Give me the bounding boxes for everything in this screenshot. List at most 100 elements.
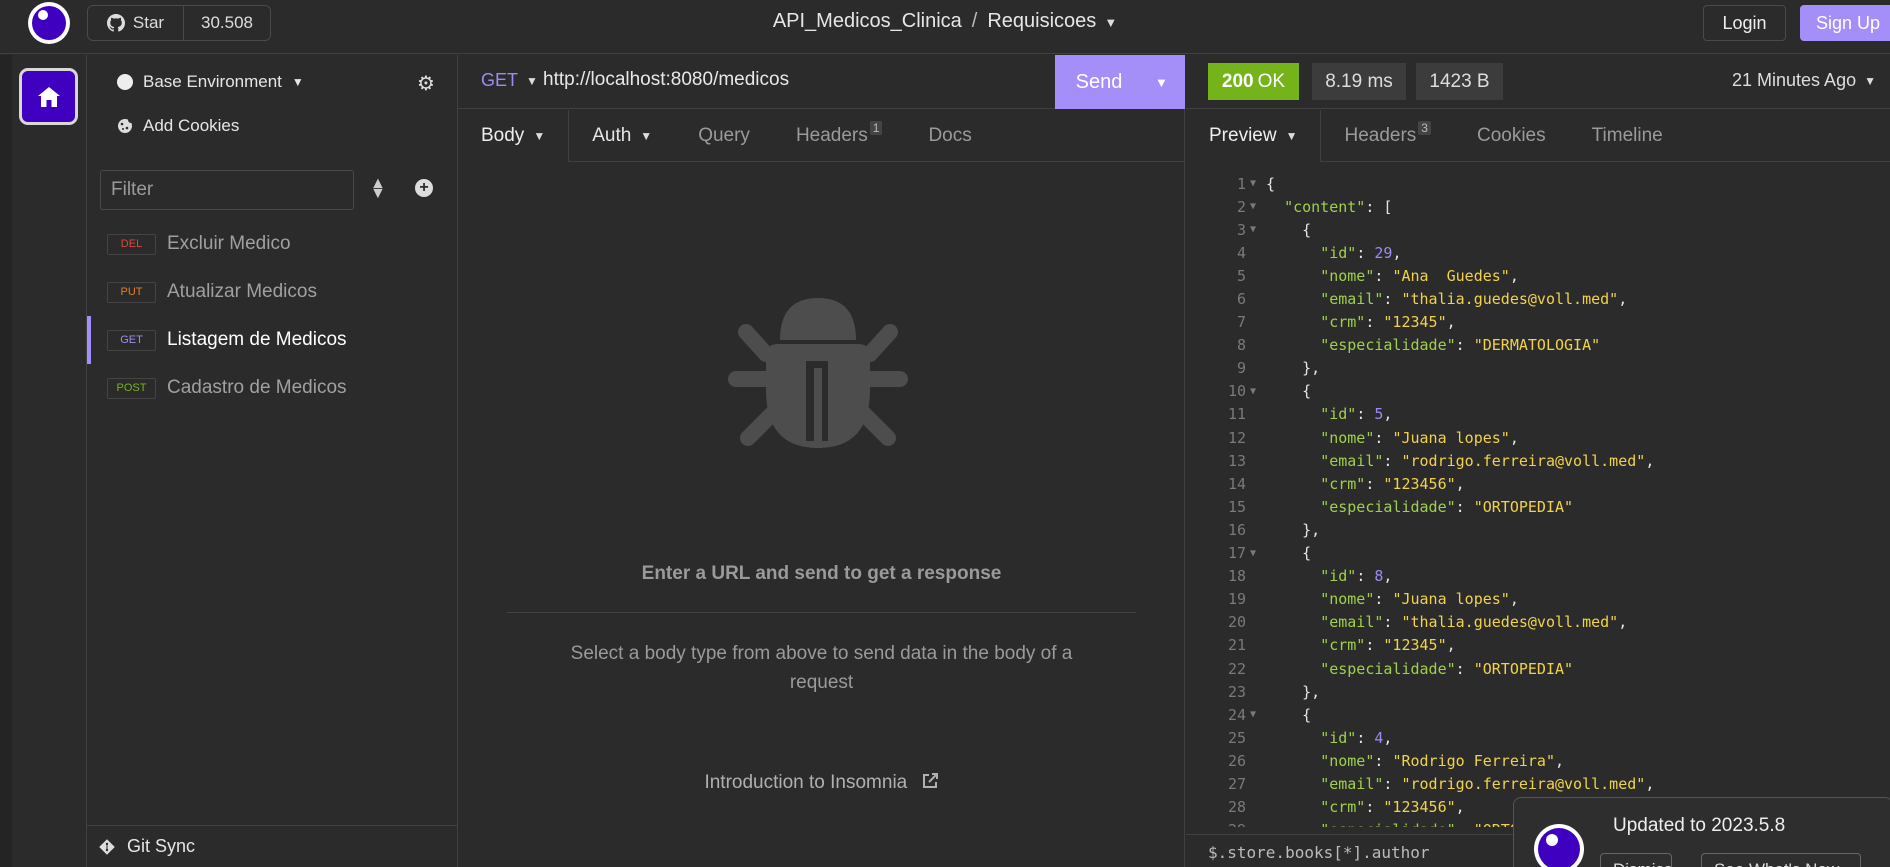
method-selector[interactable]: GET ▼: [481, 70, 538, 91]
method-badge-get: GET: [107, 329, 156, 351]
json-punctuation: [1266, 798, 1320, 816]
line-number: 18: [1227, 567, 1246, 586]
tab-timeline[interactable]: Timeline: [1569, 110, 1686, 162]
divider: [507, 612, 1136, 613]
json-punctuation: [1266, 613, 1320, 631]
line-number: 16: [1227, 520, 1246, 539]
json-punctuation: :: [1374, 266, 1393, 285]
line-number: 19: [1227, 590, 1246, 609]
json-punctuation: {: [1266, 544, 1312, 563]
json-punctuation: {: [1266, 220, 1312, 239]
send-options-chevron-icon[interactable]: ▼: [1155, 75, 1168, 90]
whats-new-button[interactable]: See What's New: [1701, 853, 1861, 867]
json-punctuation: [1266, 567, 1320, 585]
fold-toggle-icon[interactable]: ▼: [1250, 224, 1266, 235]
json-key: "crm": [1320, 636, 1366, 655]
sidebar: Base Environment ▼ ⚙ Add Cookies ▲▼ + DE…: [87, 55, 458, 867]
send-button[interactable]: Send: [1055, 71, 1143, 94]
json-punctuation: },: [1266, 682, 1321, 701]
json-punctuation: :: [1455, 497, 1474, 516]
fold-toggle-icon[interactable]: ▼: [1250, 709, 1266, 720]
breadcrumb-project[interactable]: API_Medicos_Clinica: [773, 10, 962, 32]
signup-button[interactable]: Sign Up: [1800, 5, 1890, 41]
line-number: 29: [1186, 821, 1250, 827]
json-key: "content": [1284, 197, 1366, 216]
tab-headers[interactable]: Headers 1: [773, 110, 906, 162]
fold-toggle-icon[interactable]: ▼: [1250, 386, 1266, 397]
json-number: 29: [1374, 243, 1393, 262]
request-item-listagem-de-medicos[interactable]: GET Listagem de Medicos: [87, 316, 457, 364]
line-number: 27: [1227, 774, 1246, 793]
fold-toggle-icon[interactable]: ▼: [1250, 548, 1266, 559]
response-status-bar: 200 OK 8.19 ms 1423 B 21 Minutes Ago ▼: [1186, 55, 1890, 109]
json-punctuation: [1266, 660, 1320, 678]
request-name: Atualizar Medicos: [167, 281, 317, 302]
line-number: 8: [1236, 336, 1246, 355]
status-badge: 200 OK: [1208, 63, 1299, 100]
external-link-icon: [922, 773, 938, 788]
fold-toggle-icon[interactable]: ▼: [1250, 201, 1266, 212]
filter-input[interactable]: [100, 170, 354, 210]
line-number: 1: [1236, 174, 1246, 193]
tab-response-headers[interactable]: Headers 3: [1321, 110, 1454, 162]
request-item-excluir-medico[interactable]: DEL Excluir Medico: [87, 220, 457, 268]
tab-auth[interactable]: Auth ▼: [569, 110, 675, 162]
response-history-selector[interactable]: 21 Minutes Ago ▼: [1732, 70, 1876, 91]
method-badge-put: PUT: [107, 281, 156, 303]
star-count[interactable]: 30.508: [184, 6, 270, 40]
json-punctuation: },: [1266, 520, 1321, 539]
breadcrumb-collection[interactable]: Requisicoes ▼: [987, 10, 1117, 32]
line-number: 13: [1227, 451, 1246, 470]
tab-cookies-label: Cookies: [1476, 125, 1546, 146]
json-punctuation: [1266, 821, 1320, 827]
code-line: 7 "crm": "12345",: [1186, 311, 1890, 334]
chevron-down-icon: ▼: [1864, 73, 1876, 88]
dismiss-button[interactable]: Dismiss: [1600, 853, 1672, 867]
response-pane: 200 OK 8.19 ms 1423 B 21 Minutes Ago ▼ P…: [1186, 55, 1890, 867]
response-json-viewer[interactable]: 1 ▼{2 ▼ "content": [3 ▼ {4 "id": 29, 5 "nome…: [1186, 172, 1890, 827]
json-punctuation: ,: [1446, 636, 1456, 655]
json-string: "Juana lopes": [1392, 428, 1510, 447]
request-item-atualizar-medicos[interactable]: PUT Atualizar Medicos: [87, 268, 457, 316]
tab-body[interactable]: Body ▼: [458, 110, 570, 162]
json-punctuation: :: [1365, 798, 1384, 817]
cookie-icon: [118, 118, 133, 133]
json-punctuation: [1266, 590, 1320, 608]
json-string: "Juana lopes": [1392, 590, 1510, 609]
tab-query[interactable]: Query: [675, 110, 773, 162]
home-button[interactable]: [19, 68, 78, 125]
json-string: "123456": [1383, 798, 1456, 817]
fold-toggle-icon[interactable]: ▼: [1250, 178, 1266, 189]
code-line: 1 ▼{: [1186, 172, 1890, 195]
time-ago-label: 21 Minutes Ago: [1732, 70, 1857, 90]
tab-docs[interactable]: Docs: [905, 110, 994, 162]
github-star-button[interactable]: Star: [88, 6, 184, 40]
code-line: 26 "nome": "Rodrigo Ferreira",: [1186, 749, 1890, 772]
request-item-cadastro-de-medicos[interactable]: POST Cadastro de Medicos: [87, 364, 457, 412]
json-punctuation: [1266, 267, 1320, 285]
login-button[interactable]: Login: [1703, 5, 1786, 41]
code-text: },: [1266, 683, 1320, 701]
json-punctuation: {: [1266, 174, 1276, 193]
json-punctuation: ,: [1509, 428, 1519, 447]
git-sync-button[interactable]: Git Sync: [87, 825, 457, 867]
update-notification: Updated to 2023.5.8 Dismiss See What's N…: [1513, 797, 1890, 867]
introduction-link[interactable]: Introduction to Insomnia: [458, 772, 1185, 794]
json-key: "especialidade": [1320, 821, 1455, 827]
line-number: 2: [1236, 197, 1246, 216]
insomnia-logo[interactable]: [28, 2, 70, 44]
tab-preview[interactable]: Preview ▼: [1186, 110, 1322, 162]
response-filter-input[interactable]: $.store.books[*].author: [1208, 843, 1430, 862]
add-cookies-button[interactable]: Add Cookies: [117, 116, 239, 136]
code-text: {: [1266, 175, 1275, 193]
environment-selector[interactable]: Base Environment ▼: [117, 72, 304, 92]
tab-cookies[interactable]: Cookies: [1454, 110, 1569, 162]
status-code: 200: [1221, 70, 1254, 92]
sort-icon[interactable]: ▲ ▼: [370, 176, 386, 202]
add-request-icon[interactable]: +: [415, 179, 433, 197]
json-key: "id": [1320, 243, 1357, 262]
json-key: "id": [1320, 405, 1357, 424]
gear-icon[interactable]: ⚙: [417, 71, 435, 96]
code-text: "email": "rodrigo.ferreira@voll.med",: [1266, 775, 1654, 793]
url-input[interactable]: http://localhost:8080/medicos: [543, 69, 789, 91]
